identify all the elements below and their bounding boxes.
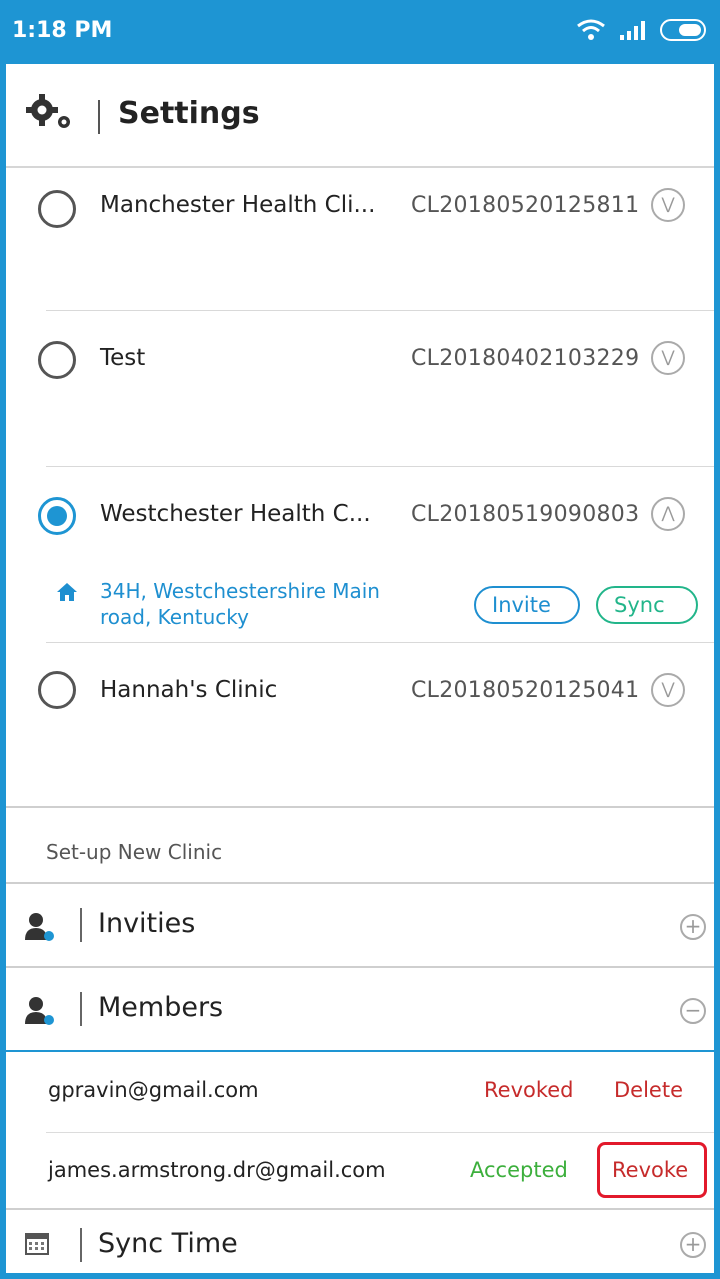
chevron-down-icon[interactable]: ⋁ <box>651 673 685 707</box>
wifi-icon <box>577 19 605 40</box>
clinic-code: CL20180402103229 <box>411 346 640 371</box>
gears-icon <box>26 94 70 128</box>
section-separator <box>80 992 82 1026</box>
address-line: road, Kentucky <box>100 605 250 629</box>
sync-button[interactable]: Sync <box>596 586 698 624</box>
clinic-code: CL20180520125811 <box>411 193 640 218</box>
clinic-radio-selected[interactable] <box>38 497 76 535</box>
clinic-radio[interactable] <box>38 190 76 228</box>
status-bar: 1:18 PM <box>0 0 720 64</box>
home-icon <box>57 583 77 601</box>
chevron-down-icon[interactable]: ⋁ <box>651 188 685 222</box>
section-label: Invities <box>98 908 196 939</box>
section-members[interactable]: Members − <box>6 968 714 1052</box>
clinic-code: CL20180519090803 <box>411 502 640 527</box>
setup-label: Set-up New Clinic <box>46 840 223 864</box>
clinic-radio[interactable] <box>38 671 76 709</box>
delete-button[interactable]: Delete <box>614 1078 683 1102</box>
clinic-address: 34H, Westchestershire Main road, Kentuck… <box>100 578 380 630</box>
user-add-icon <box>25 997 54 1025</box>
chevron-up-icon[interactable]: ⋀ <box>651 497 685 531</box>
collapse-minus-icon[interactable]: − <box>680 998 706 1024</box>
section-label: Sync Time <box>98 1228 238 1259</box>
member-row: gpravin@gmail.com Revoked Delete <box>6 1052 714 1132</box>
battery-icon <box>660 19 706 41</box>
clinic-name: Hannah's Clinic <box>100 677 278 703</box>
setup-new-clinic-button[interactable]: Set-up New Clinic <box>6 806 714 884</box>
page-title: Settings <box>118 96 260 131</box>
member-email: gpravin@gmail.com <box>48 1078 259 1102</box>
section-invities[interactable]: Invities + <box>6 884 714 968</box>
member-status: Accepted <box>470 1158 568 1182</box>
member-status: Revoked <box>484 1078 574 1102</box>
calendar-icon <box>25 1233 49 1255</box>
section-label: Members <box>98 992 224 1023</box>
user-add-icon <box>25 913 54 941</box>
chevron-down-icon[interactable]: ⋁ <box>651 341 685 375</box>
expand-plus-icon[interactable]: + <box>680 1232 706 1258</box>
clinic-radio[interactable] <box>38 341 76 379</box>
address-line: 34H, Westchestershire Main <box>100 579 380 603</box>
member-email: james.armstrong.dr@gmail.com <box>48 1158 386 1182</box>
signal-icon <box>620 21 645 40</box>
invite-button[interactable]: Invite <box>474 586 580 624</box>
section-separator <box>80 1228 82 1262</box>
clinic-name: Test <box>100 345 146 371</box>
clinic-name: Westchester Health C... <box>100 501 371 527</box>
clinic-item[interactable]: Hannah's Clinic CL20180520125041 ⋁ <box>6 643 714 805</box>
header-separator <box>98 100 100 134</box>
clinic-item[interactable]: Test CL20180402103229 ⋁ <box>6 311 714 466</box>
clinic-code: CL20180520125041 <box>411 678 640 703</box>
status-icons <box>576 18 706 42</box>
section-sync-time[interactable]: Sync Time + <box>6 1208 714 1279</box>
section-separator <box>80 908 82 942</box>
revoke-highlight <box>597 1142 707 1198</box>
status-time: 1:18 PM <box>12 18 113 43</box>
clinic-name: Manchester Health Cli... <box>100 192 376 218</box>
clinic-item[interactable]: Manchester Health Cli... CL2018052012581… <box>6 168 714 310</box>
expand-plus-icon[interactable]: + <box>680 914 706 940</box>
settings-header: Settings <box>6 64 714 168</box>
